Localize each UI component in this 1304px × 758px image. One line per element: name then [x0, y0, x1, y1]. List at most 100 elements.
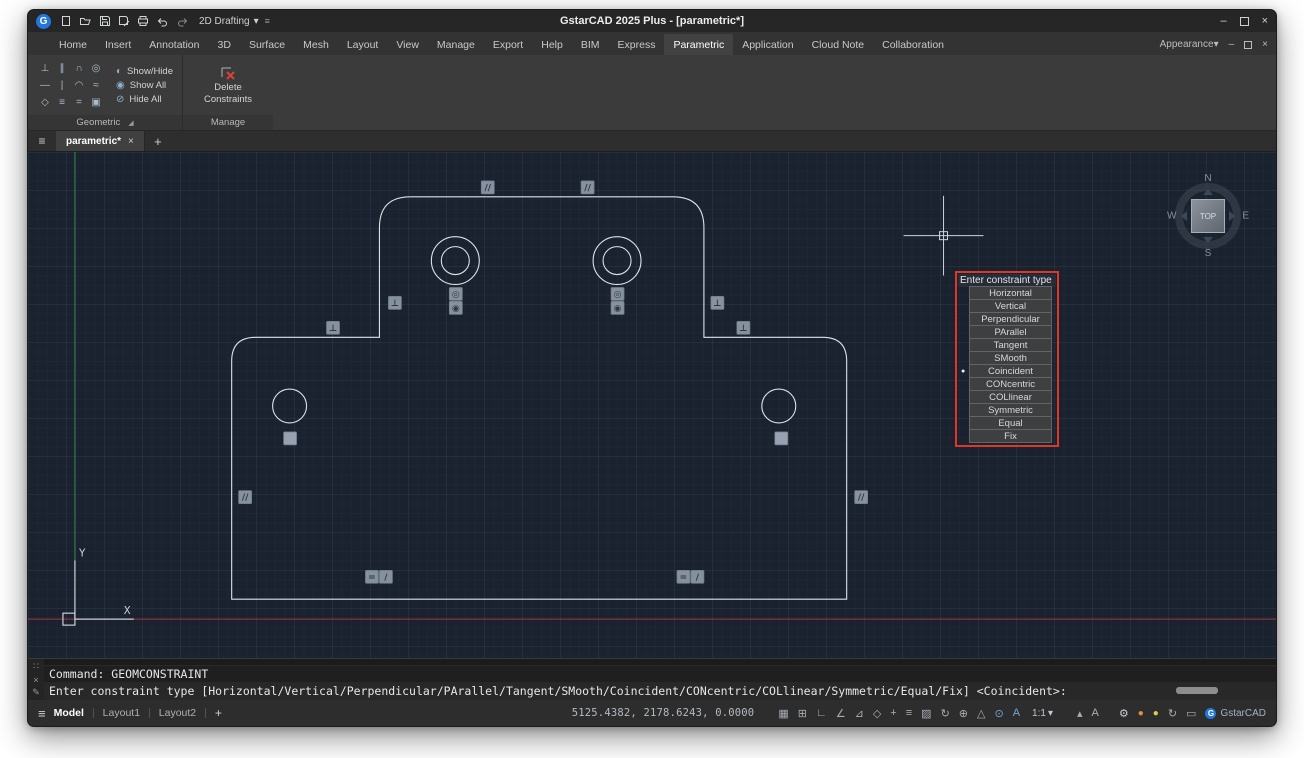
grid-icon[interactable]: ▦ — [778, 707, 788, 720]
fix-constraint-icon[interactable]: ▣ — [88, 94, 104, 110]
tab-express[interactable]: Express — [609, 34, 665, 55]
constraint-badge-concentric-right-hole[interactable]: ◎ ◉ — [611, 287, 624, 314]
tab-bim[interactable]: BIM — [572, 34, 609, 55]
ortho-icon[interactable]: ∟ — [816, 707, 827, 719]
command-close-icon[interactable]: × — [33, 673, 38, 686]
equal-constraint-icon[interactable]: = — [71, 94, 87, 110]
command-grip-icon[interactable]: ∷ — [33, 660, 39, 673]
tab-collaboration[interactable]: Collaboration — [873, 34, 953, 55]
coincident-constraint-icon[interactable]: ◇ — [37, 94, 53, 110]
constraint-option-concentric[interactable]: CONcentric — [969, 377, 1052, 391]
clean-screen-icon[interactable]: ▭ — [1186, 707, 1196, 720]
viewcube-south[interactable]: S — [1205, 248, 1212, 259]
constraint-badge-parallel-left-edge[interactable]: // — [239, 491, 252, 504]
gstarcad-logo-icon[interactable]: G — [36, 14, 51, 29]
viewcube-arrow-north[interactable] — [1203, 189, 1213, 195]
annotate-visibility-icon[interactable]: ▴ — [1077, 707, 1083, 720]
horizontal-constraint-icon[interactable]: — — [37, 77, 53, 93]
constraint-badge-equal-bottom-right[interactable]: = / — [677, 570, 704, 583]
lineweight-icon[interactable]: ≡ — [906, 707, 912, 719]
constraint-badge-parallel-right-edge[interactable]: // — [855, 491, 868, 504]
show-hide-button[interactable]: ◐ Show/Hide — [116, 66, 173, 77]
open-file-icon[interactable] — [79, 15, 92, 27]
new-drawing-tab-button[interactable]: + — [145, 131, 171, 151]
delete-constraints-button[interactable]: Delete Constraints — [192, 62, 264, 108]
tab-mesh[interactable]: Mesh — [294, 34, 338, 55]
constraint-option-coincident[interactable]: ● Coincident — [969, 364, 1052, 378]
annotate-auto-icon[interactable]: A — [1092, 707, 1099, 719]
constraint-option-horizontal[interactable]: Horizontal — [969, 286, 1052, 300]
constraint-option-symmetric[interactable]: Symmetric — [969, 403, 1052, 417]
constraint-option-smooth[interactable]: SMooth — [969, 351, 1052, 365]
doc-restore-button[interactable] — [1244, 41, 1252, 49]
show-all-button[interactable]: ◉ Show All — [116, 80, 173, 91]
osnap-3d-icon[interactable]: △ — [977, 707, 985, 720]
tab-insert[interactable]: Insert — [96, 34, 140, 55]
save-as-icon[interactable] — [118, 15, 130, 27]
isoplane-icon[interactable]: ⊿ — [855, 707, 864, 720]
constraint-badge-perpendicular-right-wall[interactable]: ⊥ — [711, 296, 724, 309]
status-menu-icon[interactable]: ≡ — [38, 706, 46, 721]
command-prompt-line[interactable]: Enter constraint type [Horizontal/Vertic… — [44, 682, 1276, 700]
viewcube-arrow-east[interactable] — [1229, 211, 1235, 221]
workspace-selector[interactable]: 2D Drafting ▾ — [199, 16, 259, 27]
collinear-constraint-icon[interactable]: ≡ — [54, 94, 70, 110]
constraint-option-tangent[interactable]: Tangent — [969, 338, 1052, 352]
parallel-constraint-icon[interactable]: ∥ — [54, 60, 70, 76]
constraint-badge-parallel-top-right[interactable]: // — [581, 181, 594, 194]
settings-gear-icon[interactable]: ⚙ — [1119, 707, 1129, 720]
restore-button[interactable] — [1240, 17, 1249, 26]
dialog-launcher-icon[interactable]: ◢ — [128, 119, 133, 127]
osnap-icon[interactable]: ◇ — [873, 707, 881, 720]
hide-all-button[interactable]: ⊘ Hide All — [116, 94, 173, 105]
tab-export[interactable]: Export — [484, 34, 532, 55]
redo-icon[interactable] — [176, 15, 189, 27]
viewcube-top-face[interactable]: TOP — [1191, 199, 1225, 233]
minimize-button[interactable]: – — [1220, 15, 1226, 27]
dynamic-input-icon[interactable]: ⊕ — [959, 707, 968, 720]
layout2-tab[interactable]: Layout2 — [159, 707, 196, 719]
viewcube-arrow-south[interactable] — [1203, 237, 1213, 243]
tab-surface[interactable]: Surface — [240, 34, 294, 55]
new-layout-button[interactable]: + — [215, 706, 222, 720]
constraint-option-equal[interactable]: Equal — [969, 416, 1052, 430]
user-annotation-icon[interactable]: A — [1013, 707, 1020, 719]
tab-help[interactable]: Help — [532, 34, 572, 55]
symmetric-constraint-icon[interactable]: ≈ — [88, 77, 104, 93]
tab-cloud-note[interactable]: Cloud Note — [803, 34, 874, 55]
command-scrollbar-thumb[interactable] — [1176, 687, 1218, 694]
constraint-option-collinear[interactable]: COLlinear — [969, 390, 1052, 404]
sync-icon[interactable]: ↻ — [1168, 707, 1177, 720]
transparency-icon[interactable]: ▨ — [921, 707, 931, 720]
drawing-tab-parametric[interactable]: parametric* × — [56, 131, 145, 151]
tab-view[interactable]: View — [387, 34, 428, 55]
constraint-option-fix[interactable]: Fix — [969, 429, 1052, 443]
undo-icon[interactable] — [156, 15, 169, 27]
layout1-tab[interactable]: Layout1 — [103, 707, 140, 719]
drawing-canvas[interactable]: Y X // // ⊥ ⊥ — [28, 152, 1276, 658]
viewcube-west[interactable]: W — [1167, 211, 1176, 222]
snap-icon[interactable]: ⊞ — [798, 707, 807, 720]
zoom-icon[interactable]: ⊙ — [994, 707, 1003, 720]
tab-annotation[interactable]: Annotation — [140, 34, 208, 55]
constraint-badge-equal-bottom-left[interactable]: = / — [365, 570, 392, 583]
constraint-badge-fix-right-circle[interactable] — [775, 432, 788, 445]
tab-manage[interactable]: Manage — [428, 34, 484, 55]
polar-tracking-icon[interactable]: ∠ — [836, 707, 846, 720]
viewcube-north[interactable]: N — [1204, 173, 1211, 184]
constraint-badge-perpendicular-right-shoulder[interactable]: ⊥ — [737, 321, 750, 334]
annotation-scale-control[interactable]: 1:1 ▾ — [1032, 708, 1053, 719]
concentric-constraint-icon[interactable]: ◎ — [88, 60, 104, 76]
viewcube[interactable]: N S W E TOP — [1166, 174, 1250, 258]
drawing-menu-icon[interactable]: ≡ — [28, 131, 56, 151]
appearance-dropdown[interactable]: Appearance▾ — [1160, 39, 1219, 50]
model-tab[interactable]: Model — [54, 707, 84, 719]
bulb-icon[interactable]: ● — [1153, 708, 1159, 719]
doc-minimize-button[interactable]: – — [1229, 39, 1235, 50]
tab-close-icon[interactable]: × — [128, 136, 134, 147]
constraint-badge-perpendicular-left-wall[interactable]: ⊥ — [388, 296, 401, 309]
constraint-badge-parallel-top-left[interactable]: // — [481, 181, 494, 194]
constraint-badge-perpendicular-left-shoulder[interactable]: ⊥ — [327, 321, 340, 334]
otrack-icon[interactable]: + — [890, 707, 896, 719]
vertical-constraint-icon[interactable]: | — [54, 77, 70, 93]
